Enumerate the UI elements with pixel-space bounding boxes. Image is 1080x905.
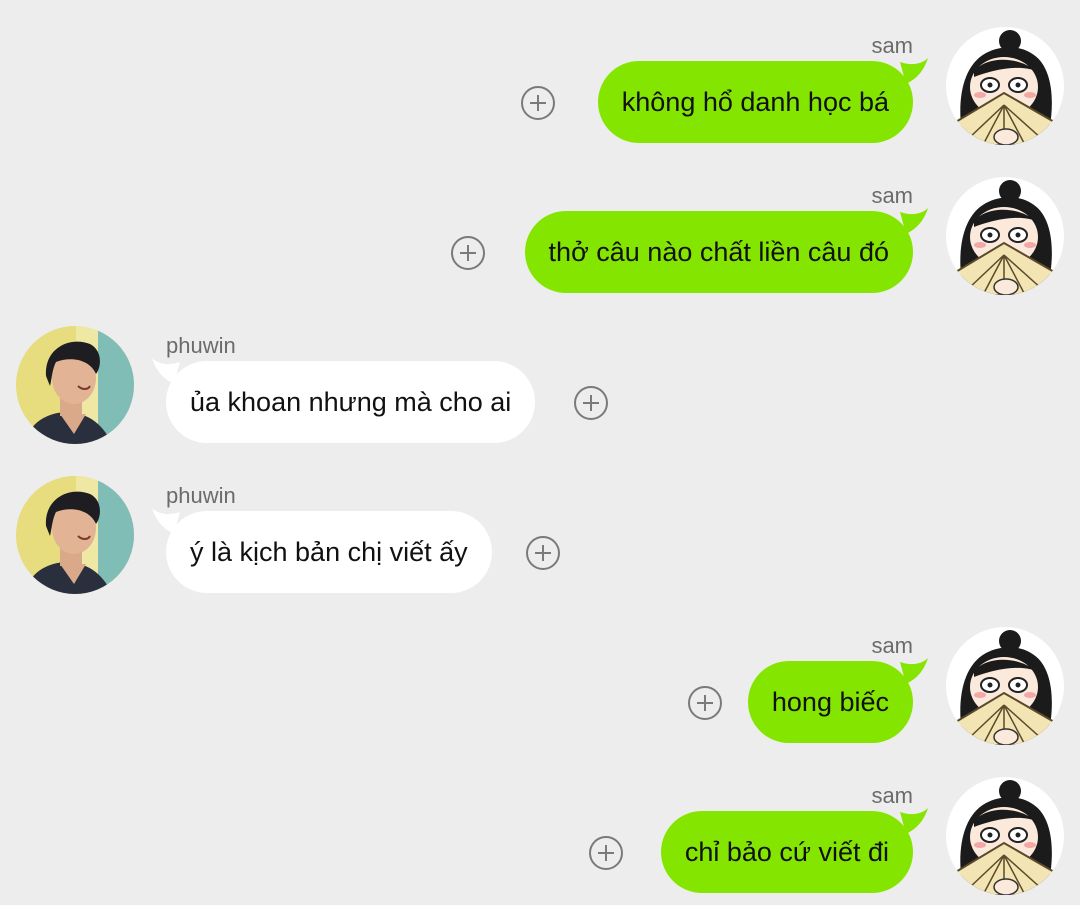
message-text: hong biếc [771,687,889,717]
bubble-tail [900,658,928,684]
sam-avatar-image [946,177,1064,295]
sam-avatar[interactable] [946,627,1064,745]
add-reaction-button[interactable] [688,686,722,720]
sam-avatar[interactable] [946,177,1064,295]
sam-avatar[interactable] [946,27,1064,145]
sender-name: phuwin [166,333,236,358]
message-text: thở câu nào chất liền câu đó [548,237,889,267]
add-reaction-button[interactable] [574,386,608,420]
sam-avatar-image [946,27,1064,145]
sam-avatar-image [946,777,1064,895]
message-text: không hổ danh học bá [621,87,889,117]
message-bubble[interactable]: hong biếc [747,661,913,743]
message-bubble[interactable]: ủa khoan nhưng mà cho ai [166,361,536,443]
sam-avatar-image [946,627,1064,745]
sender-name: sam [871,633,913,658]
add-reaction-button[interactable] [526,536,560,570]
bubble-tail [152,508,180,534]
sender-name: sam [871,783,913,808]
message-bubble[interactable]: ý là kịch bản chị viết ấy [166,511,492,593]
message-bubble[interactable]: không hổ danh học bá [597,61,913,143]
phuwin-avatar[interactable] [16,326,134,444]
bubble-tail [900,208,928,234]
sender-name: sam [871,183,913,208]
add-reaction-button[interactable] [521,86,555,120]
message-bubble[interactable]: thở câu nào chất liền câu đó [524,211,913,293]
add-reaction-button[interactable] [589,836,623,870]
phuwin-avatar-image [16,476,134,594]
bubble-tail [900,58,928,84]
message-text: ủa khoan nhưng mà cho ai [190,387,512,417]
message-text: chỉ bảo cứ viết đi [684,837,889,867]
sam-avatar[interactable] [946,777,1064,895]
bubble-tail [900,808,928,834]
add-reaction-button[interactable] [451,236,485,270]
sender-name: phuwin [166,483,236,508]
chat-thread: sam không hổ danh học bá sam thở câu nào… [0,0,1080,905]
sender-name: sam [871,33,913,58]
message-text: ý là kịch bản chị viết ấy [190,537,468,567]
phuwin-avatar-image [16,326,134,444]
message-bubble[interactable]: chỉ bảo cứ viết đi [660,811,913,893]
phuwin-avatar[interactable] [16,476,134,594]
bubble-tail [152,358,180,384]
